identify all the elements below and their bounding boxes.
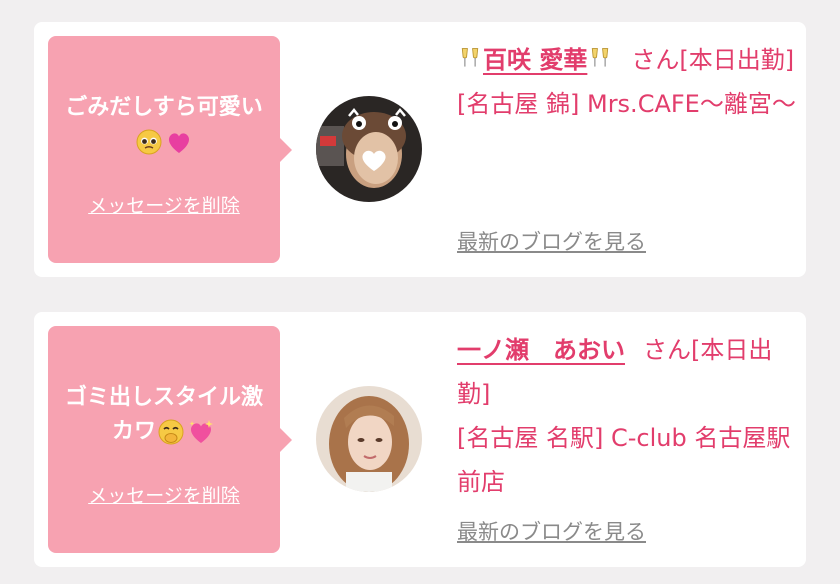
cast-info: 一ノ瀬 あおい さん[本日出勤] [名古屋 名駅] C-club 名古屋駅前店 [457, 328, 797, 504]
cast-name-link[interactable]: 一ノ瀬 あおい [457, 336, 625, 364]
cast-name: 百咲 愛華 [483, 46, 588, 74]
sparkling-heart-emoji [189, 420, 213, 443]
delete-message-link[interactable]: メッセージを削除 [48, 191, 280, 218]
message-text-content: ごみだしすら可愛い [65, 95, 263, 120]
message-bubble: ごみだしすら可愛い メッセージを削除 [48, 36, 292, 263]
shop-name: [名古屋 錦] Mrs.CAFE〜離宮〜 [457, 90, 796, 118]
champagne-glasses-icon [461, 48, 479, 67]
pink-heart-emoji [168, 133, 190, 153]
champagne-glasses-icon [592, 48, 609, 67]
delete-message-link[interactable]: メッセージを削除 [48, 481, 280, 508]
message-card: ゴミ出しスタイル激カワ メッセージを削除 一ノ瀬 あおい さん[本日出勤] [名… [34, 312, 806, 567]
latest-blog-link[interactable]: 最新のブログを見る [457, 516, 646, 546]
message-text: ゴミ出しスタイル激カワ [58, 381, 270, 449]
avatar[interactable] [316, 96, 422, 202]
latest-blog-link[interactable]: 最新のブログを見る [457, 226, 646, 256]
cast-name-link[interactable]: 百咲 愛華 [457, 46, 613, 74]
cast-status: さん[本日出勤] [631, 46, 795, 74]
cast-name: 一ノ瀬 あおい [457, 336, 625, 364]
avatar[interactable] [316, 386, 422, 492]
cast-info: 百咲 愛華 さん[本日出勤] [名古屋 錦] Mrs.CAFE〜離宮〜 [457, 38, 797, 126]
message-bubble: ゴミ出しスタイル激カワ メッセージを削除 [48, 326, 292, 553]
message-text: ごみだしすら可愛い [58, 91, 270, 159]
hand-over-mouth-emoji [158, 419, 184, 445]
message-card: ごみだしすら可愛い メッセージを削除 百咲 愛華 さん[本日出勤] [名古屋 錦… [34, 22, 806, 277]
avatar-photo [316, 386, 422, 492]
avatar-photo [316, 96, 422, 202]
pleading-face-emoji [136, 129, 162, 155]
shop-name: [名古屋 名駅] C-club 名古屋駅前店 [457, 424, 791, 496]
